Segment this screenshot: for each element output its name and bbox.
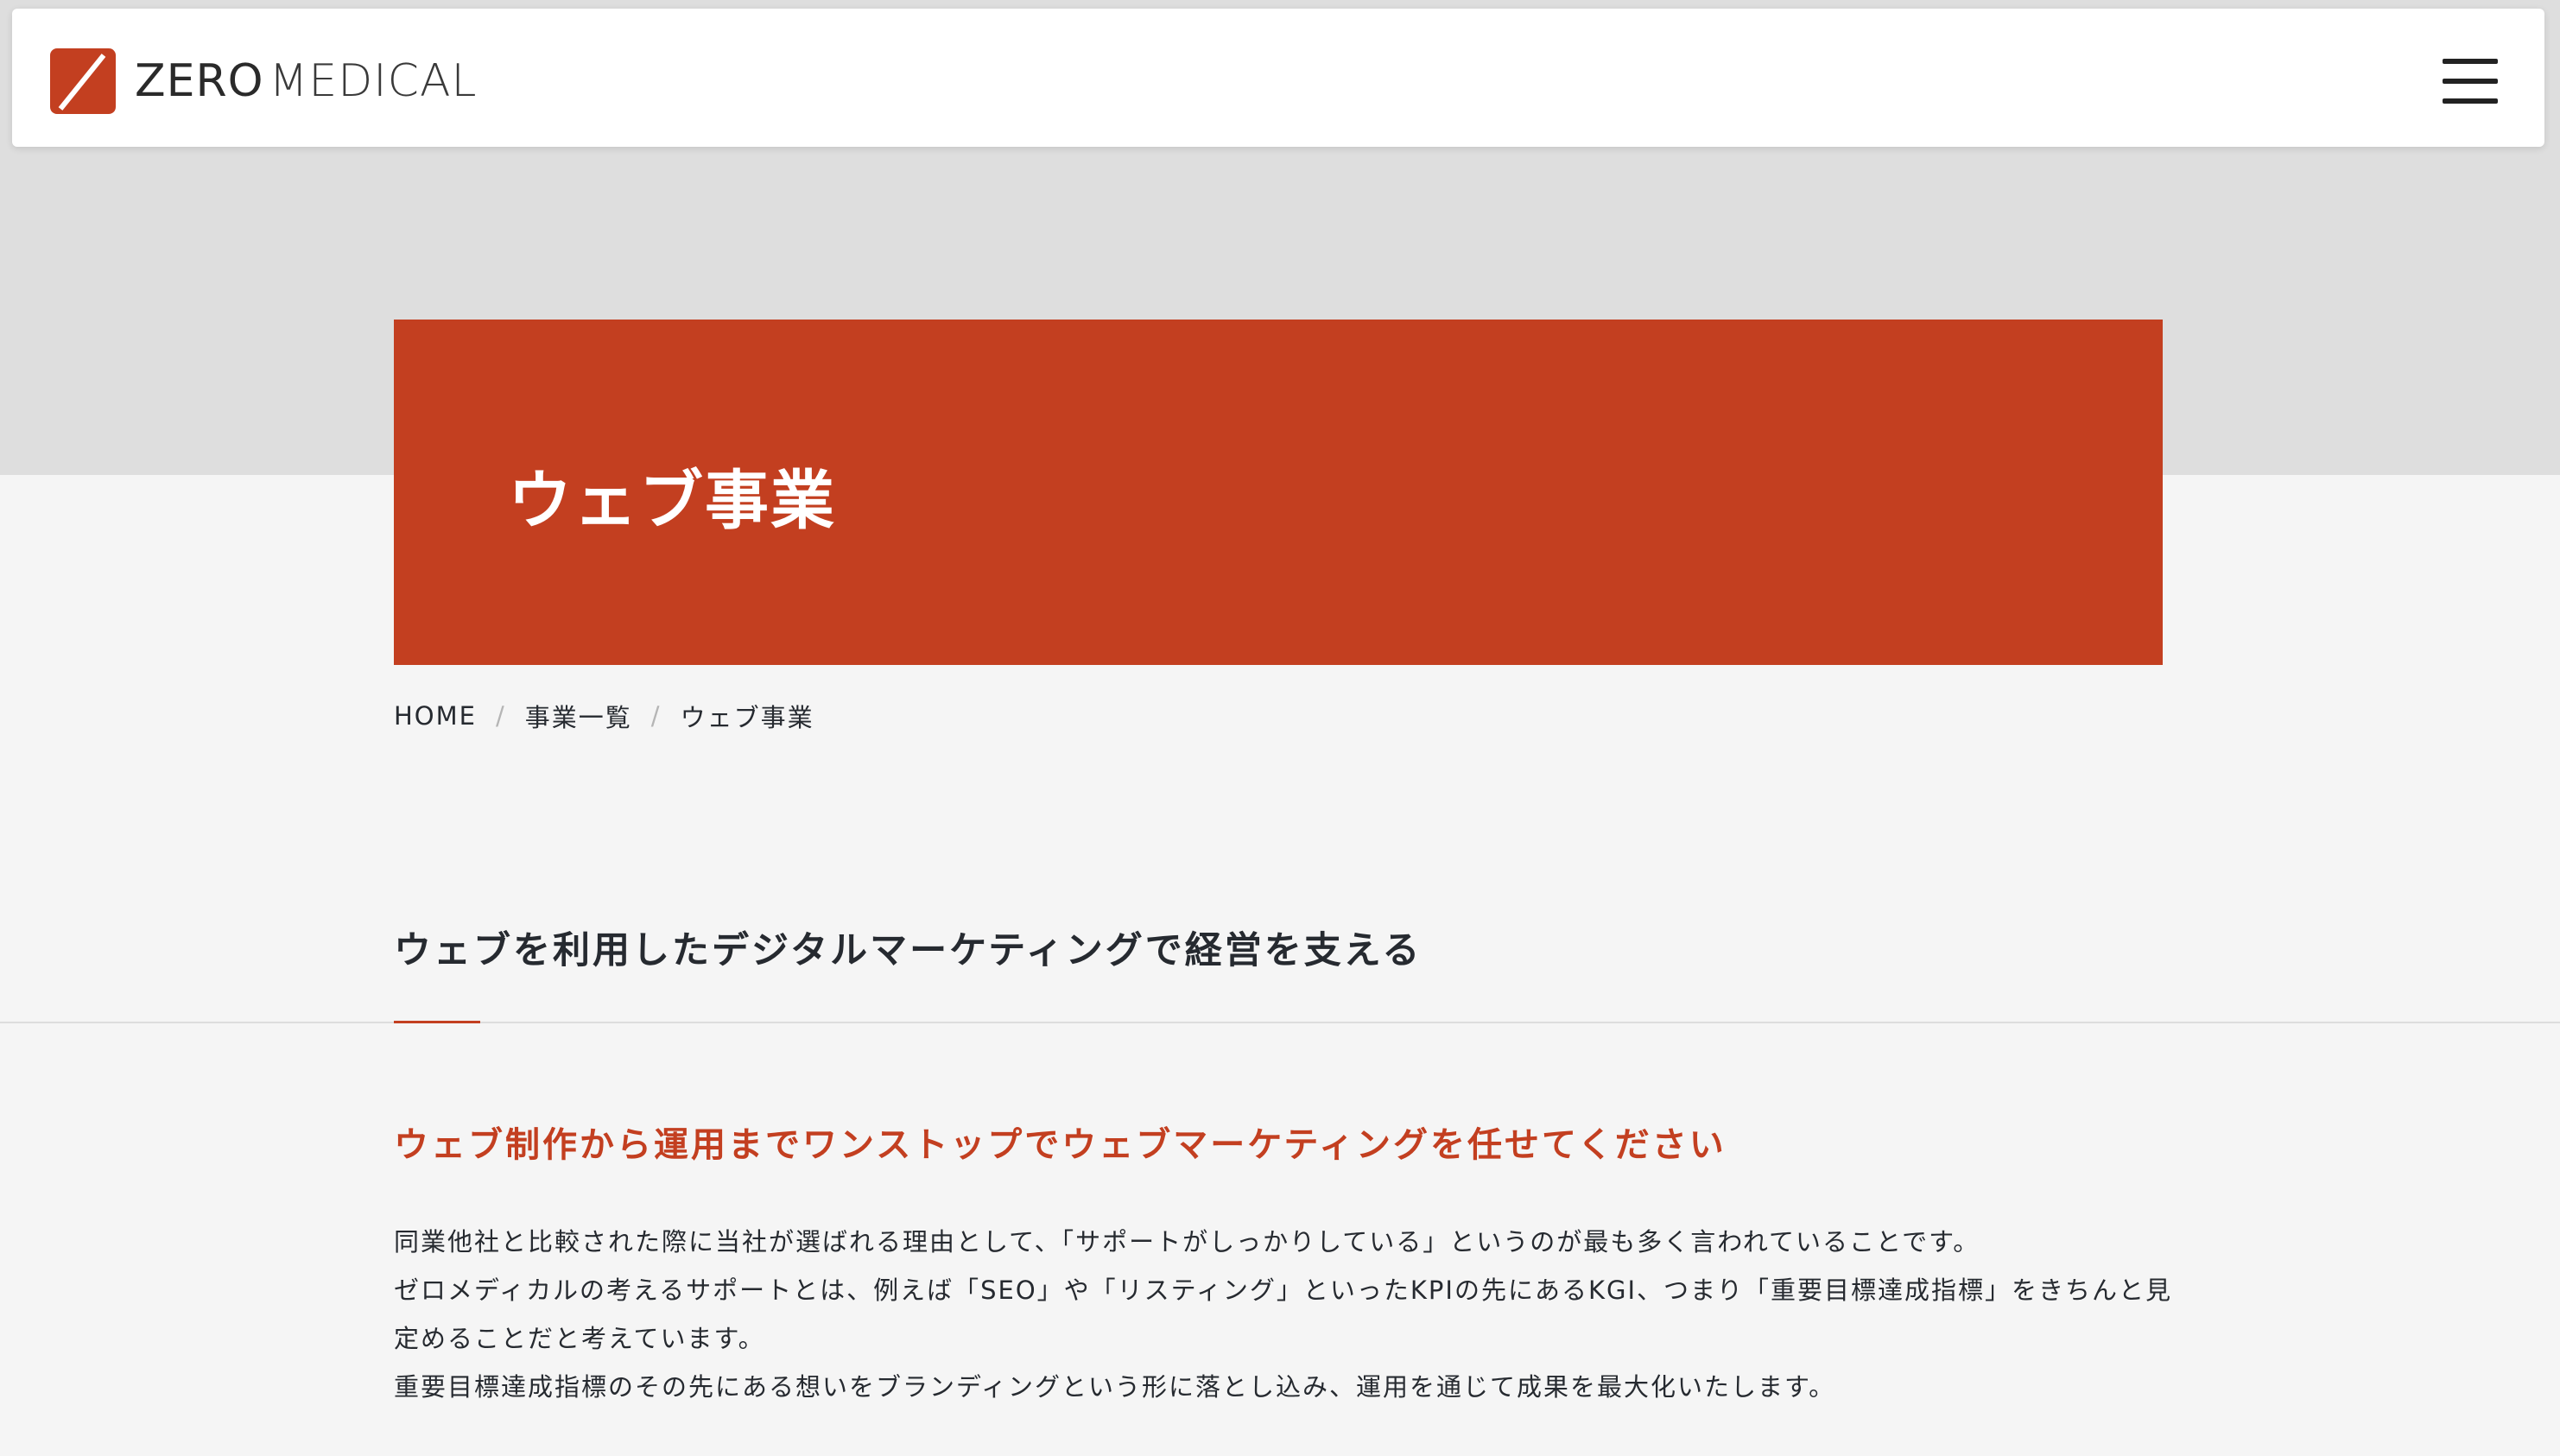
body-paragraph: 重要目標達成指標のその先にある想いをブランディングという形に落とし込み、運用を通…: [394, 1372, 1836, 1402]
page-title: ウェブ事業: [508, 464, 836, 538]
hamburger-menu-icon[interactable]: [2443, 55, 2498, 107]
logo-text: ZERO MEDICAL: [135, 55, 478, 107]
section-subheading: ウェブ制作から運用までワンストップでウェブマーケティングを任せてください: [394, 1125, 1727, 1165]
section-divider: [0, 1022, 2560, 1023]
menu-bar-middle: [2443, 79, 2498, 84]
body-paragraph: 同業他社と比較された際に当社が選ばれる理由として、「サポートがしっかりしている」…: [394, 1227, 1980, 1257]
section-heading: ウェブを利用したデジタルマーケティングで経営を支える: [394, 929, 1423, 972]
breadcrumb-current: ウェブ事業: [680, 703, 814, 732]
breadcrumb-home-link[interactable]: HOME: [394, 701, 477, 731]
section-body: 同業他社と比較された際に当社が選ばれる理由として、「サポートがしっかりしている」…: [394, 1218, 2173, 1411]
site-logo[interactable]: ZERO MEDICAL: [50, 45, 478, 117]
breadcrumb-separator: /: [650, 701, 662, 731]
breadcrumb-business-list-link[interactable]: 事業一覧: [525, 698, 632, 734]
logo-word-medical: MEDICAL: [269, 55, 478, 107]
menu-bar-bottom: [2443, 98, 2498, 104]
menu-bar-top: [2443, 59, 2498, 64]
zero-medical-logo-icon: [50, 48, 116, 114]
logo-word-zero: ZERO: [135, 55, 264, 107]
section-divider-accent: [394, 1021, 480, 1023]
breadcrumb-separator: /: [495, 701, 506, 731]
site-header: ZERO MEDICAL: [12, 9, 2544, 147]
breadcrumb: HOME / 事業一覧 / ウェブ事業: [394, 698, 814, 734]
page-hero-banner: ウェブ事業: [394, 320, 2163, 665]
body-paragraph: ゼロメディカルの考えるサポートとは、例えば「SEO」や「リスティング」といったK…: [394, 1276, 2173, 1353]
